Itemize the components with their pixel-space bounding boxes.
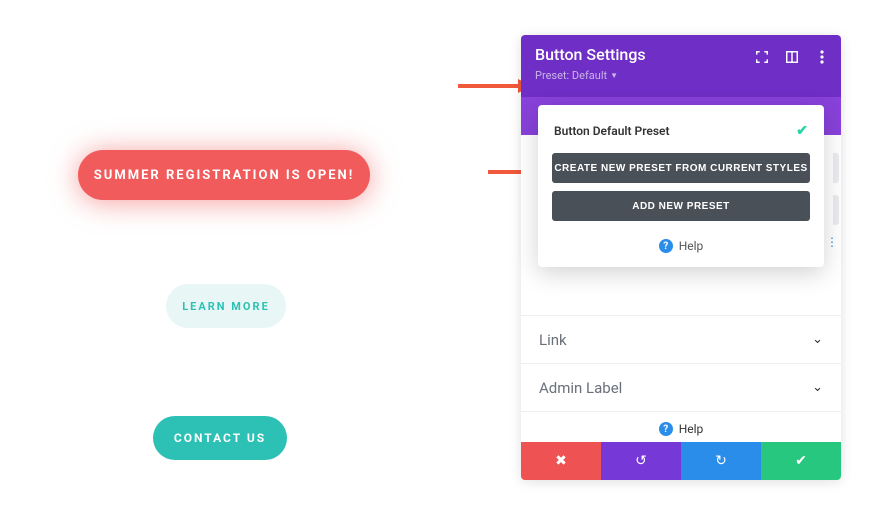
panel-help-link[interactable]: ? Help [521, 411, 841, 442]
redo-button[interactable]: ↻ [681, 442, 761, 480]
undo-button[interactable]: ↺ [601, 442, 681, 480]
accordion-link[interactable]: Link ⌄ [521, 315, 841, 363]
button-settings-panel: Button Settings Preset: Default ▼ ⋮ [521, 35, 841, 480]
button-label: CONTACT US [174, 431, 266, 445]
help-label: Help [679, 422, 704, 436]
accordion-label: Admin Label [539, 379, 622, 397]
help-label: Help [679, 239, 704, 253]
help-link[interactable]: ? Help [552, 229, 810, 253]
panel-header: Button Settings Preset: Default ▼ [521, 35, 841, 97]
check-icon: ✔ [795, 453, 807, 469]
add-preset-button[interactable]: ADD NEW PRESET [552, 191, 810, 221]
preset-list-item[interactable]: Button Default Preset ✔ [552, 119, 810, 153]
accordion-admin-label[interactable]: Admin Label ⌄ [521, 363, 841, 411]
accordion-label: Link [539, 331, 567, 349]
caret-down-icon: ▼ [610, 71, 618, 80]
learn-more-button[interactable]: LEARN MORE [166, 284, 286, 328]
preset-dropdown-toggle[interactable]: Preset: Default ▼ [535, 69, 618, 82]
help-icon: ? [659, 239, 673, 253]
field-stub [833, 153, 839, 183]
more-options-icon[interactable]: ⋮ [826, 235, 838, 249]
focus-icon[interactable] [753, 48, 771, 66]
check-icon: ✔ [796, 123, 808, 139]
columns-icon[interactable] [783, 48, 801, 66]
close-icon: ✖ [555, 453, 567, 469]
help-icon: ? [659, 422, 673, 436]
panel-footer: ✖ ↺ ↻ ✔ [521, 442, 841, 480]
field-stub [833, 195, 839, 225]
preset-item-label: Button Default Preset [554, 124, 670, 138]
redo-icon: ↻ [715, 453, 727, 469]
save-button[interactable]: ✔ [761, 442, 841, 480]
chevron-down-icon: ⌄ [812, 332, 823, 347]
undo-icon: ↺ [635, 453, 647, 469]
cancel-button[interactable]: ✖ [521, 442, 601, 480]
preset-popup: Button Default Preset ✔ CREATE NEW PRESE… [538, 105, 824, 267]
button-label: LEARN MORE [182, 300, 270, 313]
chevron-down-icon: ⌄ [812, 380, 823, 395]
button-label: SUMMER REGISTRATION IS OPEN! [94, 168, 354, 183]
create-preset-button[interactable]: CREATE NEW PRESET FROM CURRENT STYLES [552, 153, 810, 183]
contact-us-button[interactable]: CONTACT US [153, 416, 287, 460]
preset-label: Preset: Default [535, 69, 607, 82]
kebab-menu-icon[interactable] [813, 48, 831, 66]
summer-registration-button[interactable]: SUMMER REGISTRATION IS OPEN! [78, 150, 370, 200]
